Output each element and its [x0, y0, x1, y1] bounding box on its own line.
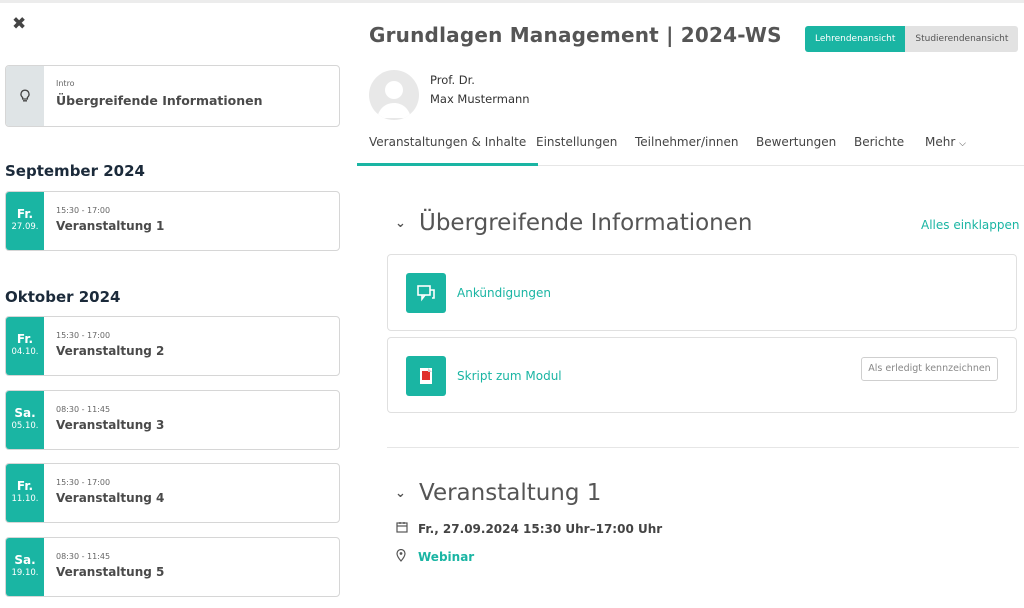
event-day-month: 27.09.	[11, 222, 39, 232]
event-weekday: Fr.	[16, 207, 34, 221]
avatar	[369, 70, 419, 120]
event-card-4[interactable]: Fr. 11.10. 15:30 - 17:00 Veranstaltung 4	[5, 463, 340, 523]
section-header-event-1[interactable]: ⌄ Veranstaltung 1	[395, 480, 601, 506]
intro-title: Übergreifende Informationen	[56, 93, 263, 108]
event-time: 15:30 - 17:00	[56, 206, 111, 215]
section-title: Veranstaltung 1	[419, 480, 602, 506]
course-tabs: Veranstaltungen & Inhalte Einstellungen …	[357, 126, 1024, 166]
event-datetime: Fr., 27.09.2024 15:30 Uhr–17:00 Uhr	[418, 521, 663, 536]
student-view-button[interactable]: Studierendenansicht	[905, 26, 1019, 52]
teacher-name[interactable]: Max Mustermann	[430, 92, 530, 106]
activity-link-script[interactable]: Skript zum Modul	[457, 369, 562, 383]
event-location-link[interactable]: Webinar	[418, 550, 474, 564]
tab-mehr[interactable]: Mehr ⌵	[925, 126, 966, 166]
event-date-badge: Sa. 19.10.	[6, 538, 44, 596]
event-date-badge: Fr. 27.09.	[6, 192, 44, 250]
event-card-5[interactable]: Sa. 19.10. 08:30 - 11:45 Veranstaltung 5	[5, 537, 340, 597]
forum-icon	[417, 285, 435, 302]
section-divider	[387, 447, 1019, 448]
month-heading-oktober: Oktober 2024	[5, 288, 121, 306]
event-date-badge: Fr. 11.10.	[6, 464, 44, 522]
intro-kicker: Intro	[56, 79, 75, 88]
month-heading-september: September 2024	[5, 162, 145, 180]
event-weekday: Fr.	[16, 479, 34, 493]
event-location-row: Webinar	[396, 548, 474, 565]
map-pin-icon	[396, 548, 418, 565]
tab-einstellungen[interactable]: Einstellungen	[536, 126, 617, 166]
activity-icon-box	[406, 356, 446, 396]
event-time: 08:30 - 11:45	[56, 552, 111, 561]
event-weekday: Fr.	[16, 332, 34, 346]
event-weekday: Sa.	[14, 553, 36, 567]
close-drawer-button[interactable]: ✖	[12, 14, 30, 34]
event-time: 08:30 - 11:45	[56, 405, 111, 414]
section-header-general[interactable]: ⌄ Übergreifende Informationen	[395, 210, 752, 236]
intro-card[interactable]: Intro Übergreifende Informationen	[5, 65, 340, 127]
teacher-title: Prof. Dr.	[430, 73, 475, 87]
mark-as-done-button[interactable]: Als erledigt kennzeichnen	[861, 357, 998, 381]
event-date-badge: Fr. 04.10.	[6, 317, 44, 375]
activity-link-announcements[interactable]: Ankündigungen	[457, 286, 551, 300]
event-datetime-row: Fr., 27.09.2024 15:30 Uhr–17:00 Uhr	[396, 521, 662, 536]
chevron-down-icon: ⌵	[959, 139, 966, 149]
event-time: 15:30 - 17:00	[56, 331, 111, 340]
tab-veranstaltungen-inhalte[interactable]: Veranstaltungen & Inhalte	[357, 126, 539, 166]
view-toggle: Lehrendenansicht Studierendenansicht	[805, 26, 1019, 52]
intro-stripe	[6, 66, 44, 126]
user-silhouette-icon	[377, 81, 411, 118]
course-index-drawer: ✖ Intro Übergreifende Informationen Sept…	[0, 0, 345, 608]
pdf-icon	[420, 368, 432, 384]
teacher-view-button[interactable]: Lehrendenansicht	[805, 26, 906, 52]
activity-announcements: Ankündigungen	[387, 254, 1017, 331]
event-card-1[interactable]: Fr. 27.09. 15:30 - 17:00 Veranstaltung 1	[5, 191, 340, 251]
course-title: Grundlagen Management | 2024-WS	[369, 23, 782, 47]
event-day-month: 11.10.	[11, 494, 39, 504]
tab-mehr-label: Mehr	[925, 135, 956, 149]
event-title: Veranstaltung 1	[56, 219, 165, 233]
event-card-2[interactable]: Fr. 04.10. 15:30 - 17:00 Veranstaltung 2	[5, 316, 340, 376]
lightbulb-icon	[20, 89, 30, 102]
calendar-icon	[396, 521, 418, 536]
tab-teilnehmer[interactable]: Teilnehmer/innen	[635, 126, 739, 166]
event-day-month: 05.10.	[11, 421, 39, 431]
activity-icon-box	[406, 273, 446, 313]
event-time: 15:30 - 17:00	[56, 478, 111, 487]
event-day-month: 19.10.	[11, 568, 39, 578]
tab-berichte[interactable]: Berichte	[854, 126, 904, 166]
event-title: Veranstaltung 2	[56, 344, 165, 358]
event-title: Veranstaltung 4	[56, 491, 165, 505]
event-title: Veranstaltung 3	[56, 418, 165, 432]
collapse-all-link[interactable]: Alles einklappen	[921, 218, 1020, 232]
chevron-down-icon: ⌄	[395, 485, 406, 501]
event-weekday: Sa.	[14, 406, 36, 420]
event-day-month: 04.10.	[11, 347, 39, 357]
close-icon: ✖	[12, 14, 27, 34]
tab-bewertungen[interactable]: Bewertungen	[756, 126, 836, 166]
section-title: Übergreifende Informationen	[419, 210, 753, 236]
event-card-3[interactable]: Sa. 05.10. 08:30 - 11:45 Veranstaltung 3	[5, 390, 340, 450]
event-title: Veranstaltung 5	[56, 565, 165, 579]
event-date-badge: Sa. 05.10.	[6, 391, 44, 449]
chevron-down-icon: ⌄	[395, 215, 406, 231]
